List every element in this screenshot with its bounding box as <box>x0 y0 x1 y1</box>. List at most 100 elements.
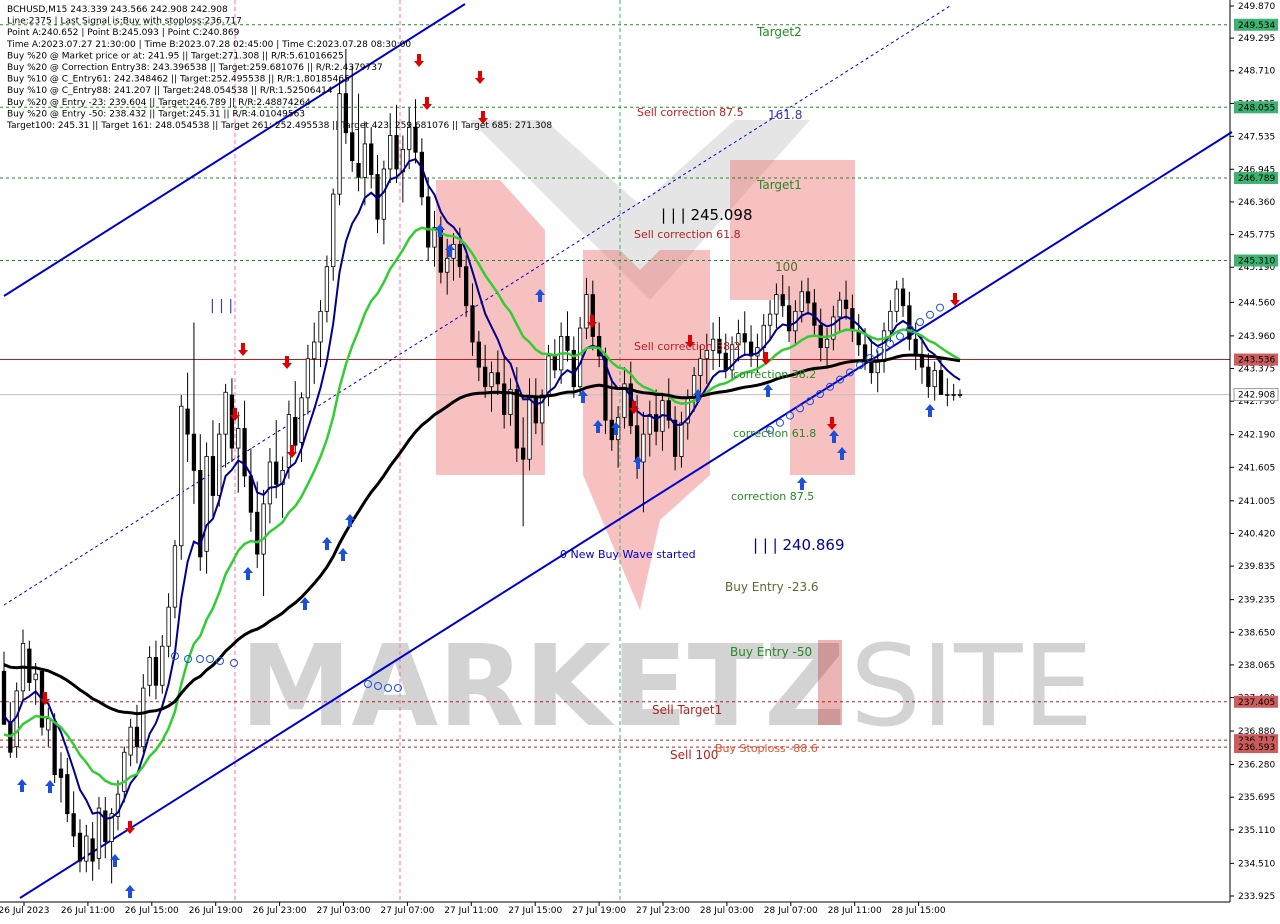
candle-body <box>742 333 747 343</box>
sell100-label: Sell 100 <box>670 748 718 762</box>
candle-body <box>913 338 918 357</box>
candle-body <box>46 718 51 731</box>
info-line-9: Buy %20 @ Entry -23: 239.604 || Target:2… <box>7 98 311 108</box>
candle-body <box>52 721 57 775</box>
correction-382-label: correction 38.2 <box>733 368 816 381</box>
candle-body <box>565 336 570 351</box>
candle-body <box>723 352 728 371</box>
point-c-label: | | | 240.869 <box>753 536 845 554</box>
level-badge-label: 245.310 <box>1238 257 1275 267</box>
watermark-bar <box>818 640 842 725</box>
candle-body <box>77 832 83 862</box>
candle-body <box>464 266 469 307</box>
candle-body <box>577 327 583 388</box>
candle-body <box>160 645 165 686</box>
candle-body <box>293 416 298 446</box>
time-tick-label: 27 Jul 23:00 <box>636 906 690 916</box>
info-line-1: BCHUSD,M15 243.339 243.566 242.908 242.9… <box>7 5 228 15</box>
candle-body <box>774 294 779 315</box>
price-tick-label: 236.280 <box>1238 761 1275 771</box>
candle-body <box>362 143 368 178</box>
time-tick-label: 26 Jul 23:00 <box>253 906 307 916</box>
candle-body <box>881 330 887 362</box>
price-tick-label: 235.110 <box>1238 826 1275 836</box>
level-badge-label: 248.055 <box>1238 103 1275 113</box>
time-tick-label: 28 Jul 03:00 <box>700 906 754 916</box>
candle-body <box>932 370 937 388</box>
candle-body <box>837 299 842 318</box>
watermark-left: MARKETZ <box>240 622 845 752</box>
candle-body <box>71 813 76 837</box>
time-tick-label: 26 Jul 11:00 <box>61 906 115 916</box>
info-line-4: Time A:2023.07.27 21:30:00 | Time B:2023… <box>6 40 411 50</box>
candle-body <box>546 355 551 396</box>
correction-618-label: correction 61.8 <box>733 427 816 440</box>
candle-body <box>103 810 108 842</box>
info-line-2: Line:2375 | Last Signal is:Buy with stop… <box>7 17 242 27</box>
candle-body <box>388 135 393 170</box>
candle-body <box>217 433 222 496</box>
candle-body <box>236 428 241 449</box>
time-tick-label: 27 Jul 19:00 <box>572 906 626 916</box>
time-tick-label: 27 Jul 15:00 <box>508 906 562 916</box>
candle-body <box>305 358 311 399</box>
candle-body <box>451 243 456 259</box>
candle-body <box>223 391 228 435</box>
point-a-label: | | | <box>210 298 233 314</box>
candle-body <box>470 305 475 343</box>
candle-body <box>502 383 507 415</box>
info-line-3: Point A:240.652 | Point B:245.093 | Poin… <box>7 28 240 38</box>
price-tick-label: 245.775 <box>1238 231 1275 241</box>
time-tick-label: 27 Jul 03:00 <box>317 906 371 916</box>
candle-body <box>476 341 481 368</box>
candle-body <box>457 243 462 268</box>
current-price-label: 242.908 <box>1238 391 1275 401</box>
candle-body <box>938 370 944 395</box>
buy-entry-50-label: Buy Entry -50 <box>730 645 812 659</box>
candle-body <box>552 355 557 371</box>
price-tick-label: 238.650 <box>1238 628 1275 638</box>
time-tick-label: 26 Jul 15:00 <box>125 906 179 916</box>
candle-body <box>824 338 830 348</box>
price-tick-label: 234.510 <box>1238 859 1275 869</box>
candle-body <box>951 394 956 396</box>
candle-body <box>179 405 184 547</box>
candle-body <box>96 807 102 859</box>
time-tick-label: 26 Jul 2023 <box>0 906 49 916</box>
target1-label: Target1 <box>756 178 802 192</box>
correction-875-label: correction 87.5 <box>731 490 814 503</box>
price-tick-label: 239.235 <box>1238 596 1275 606</box>
candle-body <box>65 774 70 815</box>
candle-body <box>210 456 216 496</box>
price-tick-label: 243.960 <box>1238 332 1275 342</box>
candle-body <box>274 461 279 485</box>
candle-body <box>350 132 355 162</box>
candle-body <box>533 397 538 424</box>
candle-body <box>489 372 494 388</box>
candle-body <box>299 397 304 443</box>
info-line-8: Buy %10 @ C_Entry88: 241.207 || Target:2… <box>7 86 333 96</box>
candle-body <box>369 143 374 175</box>
time-axis: 26 Jul 2023 26 Jul 11:00 26 Jul 15:00 26 Ju… <box>0 902 946 916</box>
candle-body <box>653 414 659 432</box>
time-tick-label: 27 Jul 07:00 <box>380 906 434 916</box>
price-tick-label: 239.835 <box>1238 562 1275 572</box>
point-b-label: | | | 245.098 <box>661 206 753 224</box>
candle-body <box>843 299 849 309</box>
time-tick-label: 28 Jul 15:00 <box>892 906 946 916</box>
price-axis: 249.870249.295248.710248.125247.535246.9… <box>1230 2 1279 902</box>
candle-body <box>229 394 235 449</box>
price-tick-label: 249.870 <box>1238 2 1275 12</box>
candle-body <box>248 475 254 513</box>
price-tick-label: 247.535 <box>1238 132 1275 142</box>
candle-body <box>337 93 342 195</box>
candle-body <box>894 288 899 312</box>
target100-label: 100 <box>775 260 798 274</box>
candle-body <box>527 397 532 460</box>
candle-body <box>767 313 773 326</box>
price-tick-label: 233.925 <box>1238 892 1275 902</box>
info-line-10: Buy %20 @ Entry -50: 238.432 || Target:2… <box>7 109 305 119</box>
candle-body <box>780 294 785 307</box>
info-line-6: Buy %20 @ Correction Entry38: 243.396538… <box>7 63 383 73</box>
info-line-7: Buy %10 @ C_Entry61: 242.348462 || Targe… <box>7 75 350 85</box>
